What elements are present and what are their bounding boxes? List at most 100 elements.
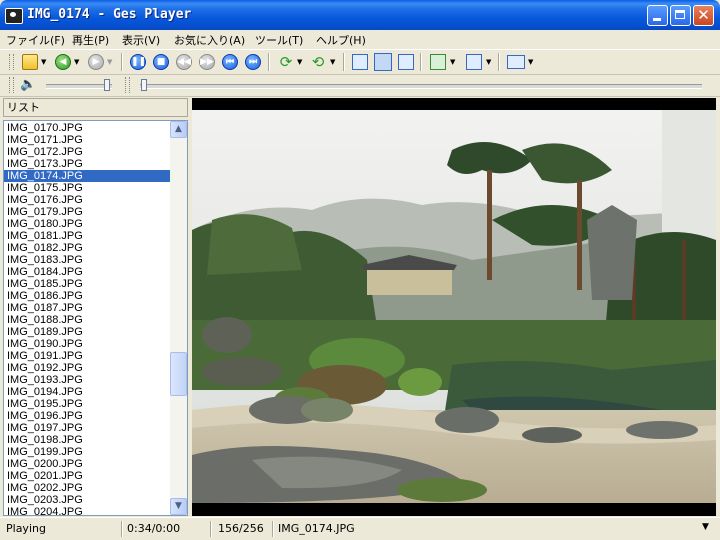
slideshow-dropdown-icon[interactable]: ▼ (450, 54, 456, 70)
app-window: IMG_0174 - Ges Player ✕ ファイル(F) 再生(P) 表示… (0, 0, 720, 540)
status-state: Playing (6, 522, 46, 535)
back-icon[interactable]: ◀ (55, 54, 71, 70)
list-item[interactable]: IMG_0194.JPG (4, 386, 171, 398)
first-icon[interactable]: ⏮ (222, 54, 238, 70)
volume-icon[interactable]: 🔈 (20, 77, 36, 93)
display-icon[interactable] (507, 55, 525, 69)
fit-icon[interactable] (352, 54, 368, 70)
menu-view[interactable]: 表示(V) (122, 32, 160, 48)
scroll-up-button[interactable]: ▲ (170, 121, 187, 138)
refresh-icon[interactable]: ⟲ (310, 54, 326, 70)
volume-slider-thumb[interactable] (104, 79, 110, 91)
status-divider (121, 521, 123, 537)
list-item[interactable]: IMG_0184.JPG (4, 266, 171, 278)
volume-slider[interactable] (46, 84, 112, 89)
list-item[interactable]: IMG_0183.JPG (4, 254, 171, 266)
rotate-icon[interactable]: ⟳ (278, 54, 294, 70)
toolbar-grip[interactable] (9, 77, 14, 93)
seek-slider-thumb[interactable] (141, 79, 147, 91)
open-dropdown-icon[interactable]: ▼ (41, 54, 47, 70)
status-divider (272, 521, 274, 537)
menu-play[interactable]: 再生(P) (72, 32, 109, 48)
toolbar-grip[interactable] (125, 77, 130, 93)
previous-icon[interactable]: ◀◀ (176, 54, 192, 70)
menu-help[interactable]: ヘルプ(H) (316, 32, 366, 48)
display-dropdown-icon[interactable]: ▼ (528, 54, 534, 70)
list-item[interactable]: IMG_0174.JPG (4, 170, 171, 182)
screenshot-icon[interactable] (466, 54, 482, 70)
list-item[interactable]: IMG_0179.JPG (4, 206, 171, 218)
title-bar[interactable]: IMG_0174 - Ges Player ✕ (0, 0, 720, 30)
toolbar-grip[interactable] (9, 54, 14, 70)
list-item[interactable]: IMG_0188.JPG (4, 314, 171, 326)
list-item[interactable]: IMG_0202.JPG (4, 482, 171, 494)
stop-icon[interactable]: ■ (153, 54, 169, 70)
slideshow-icon[interactable] (430, 54, 446, 70)
list-item[interactable]: IMG_0181.JPG (4, 230, 171, 242)
menu-tools[interactable]: ツール(T) (255, 32, 303, 48)
list-item[interactable]: IMG_0191.JPG (4, 350, 171, 362)
status-position: 156/256 (218, 522, 264, 535)
scroll-thumb[interactable] (170, 352, 187, 396)
list-item[interactable]: IMG_0197.JPG (4, 422, 171, 434)
list-item[interactable]: IMG_0171.JPG (4, 134, 171, 146)
list-item[interactable]: IMG_0193.JPG (4, 374, 171, 386)
main-toolbar: ▼ ◀ ▼ ▶ ▼ ❚❚ ■ ◀◀ ▶▶ ⏮ ⏭ ⟳ ▼ ⟲ ▼ ▼ ▼ ▼ (0, 49, 720, 75)
screenshot-dropdown-icon[interactable]: ▼ (486, 54, 492, 70)
image-viewer[interactable] (192, 98, 716, 516)
list-item[interactable]: IMG_0180.JPG (4, 218, 171, 230)
toolbar-separator (343, 53, 345, 71)
toolbar-separator (268, 53, 270, 71)
list-item[interactable]: IMG_0192.JPG (4, 362, 171, 374)
close-icon: ✕ (697, 6, 710, 24)
file-list-items: IMG_0170.JPG IMG_0171.JPG IMG_0172.JPG IMG_… (4, 122, 171, 515)
list-item[interactable]: IMG_0203.JPG (4, 494, 171, 506)
list-item[interactable]: IMG_0173.JPG (4, 158, 171, 170)
list-item[interactable]: IMG_0182.JPG (4, 242, 171, 254)
list-item[interactable]: IMG_0196.JPG (4, 410, 171, 422)
toolbar-separator (121, 53, 123, 71)
status-dropdown-icon[interactable]: ▼ (702, 522, 709, 532)
list-item[interactable]: IMG_0204.JPG (4, 506, 171, 515)
minimize-button[interactable] (647, 5, 668, 26)
seek-slider[interactable] (140, 84, 702, 89)
open-folder-icon[interactable] (22, 54, 38, 70)
list-item[interactable]: IMG_0186.JPG (4, 290, 171, 302)
toolbar-separator (498, 53, 500, 71)
next-icon[interactable]: ▶▶ (199, 54, 215, 70)
app-icon[interactable] (5, 8, 23, 24)
list-item[interactable]: IMG_0201.JPG (4, 470, 171, 482)
status-bar: Playing 0:34/0:00 156/256 IMG_0174.JPG ▼ (0, 517, 720, 540)
list-item[interactable]: IMG_0189.JPG (4, 326, 171, 338)
back-dropdown-icon[interactable]: ▼ (74, 54, 80, 70)
forward-dropdown-icon[interactable]: ▼ (107, 54, 113, 70)
list-item[interactable]: IMG_0199.JPG (4, 446, 171, 458)
last-icon[interactable]: ⏭ (245, 54, 261, 70)
list-item[interactable]: IMG_0170.JPG (4, 122, 171, 134)
maximize-button[interactable] (670, 5, 691, 26)
list-item[interactable]: IMG_0175.JPG (4, 182, 171, 194)
close-button[interactable]: ✕ (693, 5, 714, 26)
window-title: IMG_0174 - Ges Player (27, 7, 192, 22)
pin-icon[interactable] (398, 54, 414, 70)
rotate-dropdown-icon[interactable]: ▼ (297, 54, 303, 70)
list-item[interactable]: IMG_0185.JPG (4, 278, 171, 290)
refresh-dropdown-icon[interactable]: ▼ (330, 54, 336, 70)
scroll-down-button[interactable]: ▼ (170, 498, 187, 515)
list-scrollbar[interactable]: ▲ ▼ (170, 121, 187, 515)
list-item[interactable]: IMG_0172.JPG (4, 146, 171, 158)
list-item[interactable]: IMG_0195.JPG (4, 398, 171, 410)
pause-icon[interactable]: ❚❚ (130, 54, 146, 70)
list-item[interactable]: IMG_0190.JPG (4, 338, 171, 350)
garden-photo (192, 110, 716, 503)
menu-favorites[interactable]: お気に入り(A) (174, 32, 245, 48)
toolbar-separator (420, 53, 422, 71)
list-item[interactable]: IMG_0176.JPG (4, 194, 171, 206)
list-item[interactable]: IMG_0187.JPG (4, 302, 171, 314)
list-item[interactable]: IMG_0200.JPG (4, 458, 171, 470)
list-item[interactable]: IMG_0198.JPG (4, 434, 171, 446)
fullscreen-icon[interactable] (374, 53, 392, 71)
forward-icon[interactable]: ▶ (88, 54, 104, 70)
menu-file[interactable]: ファイル(F) (6, 32, 65, 48)
file-list[interactable]: IMG_0170.JPG IMG_0171.JPG IMG_0172.JPG IMG_… (3, 120, 188, 516)
